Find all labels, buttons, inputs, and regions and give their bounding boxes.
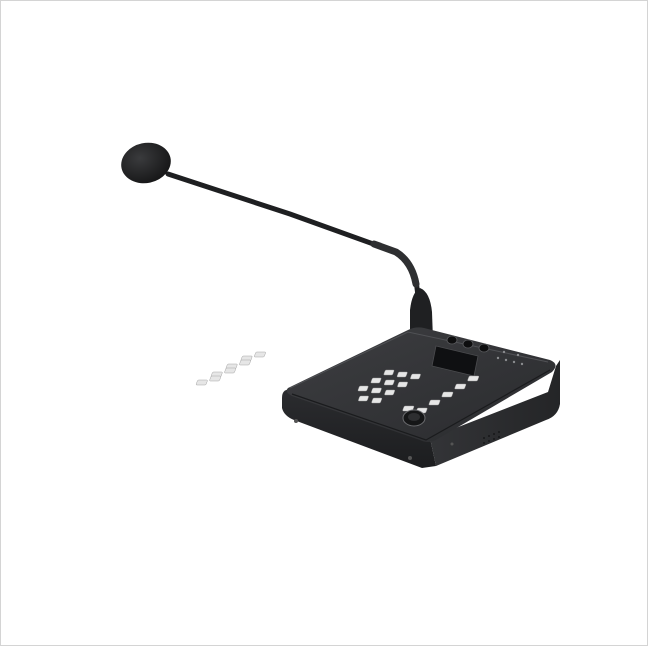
ptt-button-icon [402, 409, 426, 427]
gooseneck-microphone-icon [121, 142, 434, 368]
paging-console-illustration [121, 142, 560, 468]
console-keypad-icon [195, 327, 560, 468]
microphone-head [121, 142, 171, 184]
